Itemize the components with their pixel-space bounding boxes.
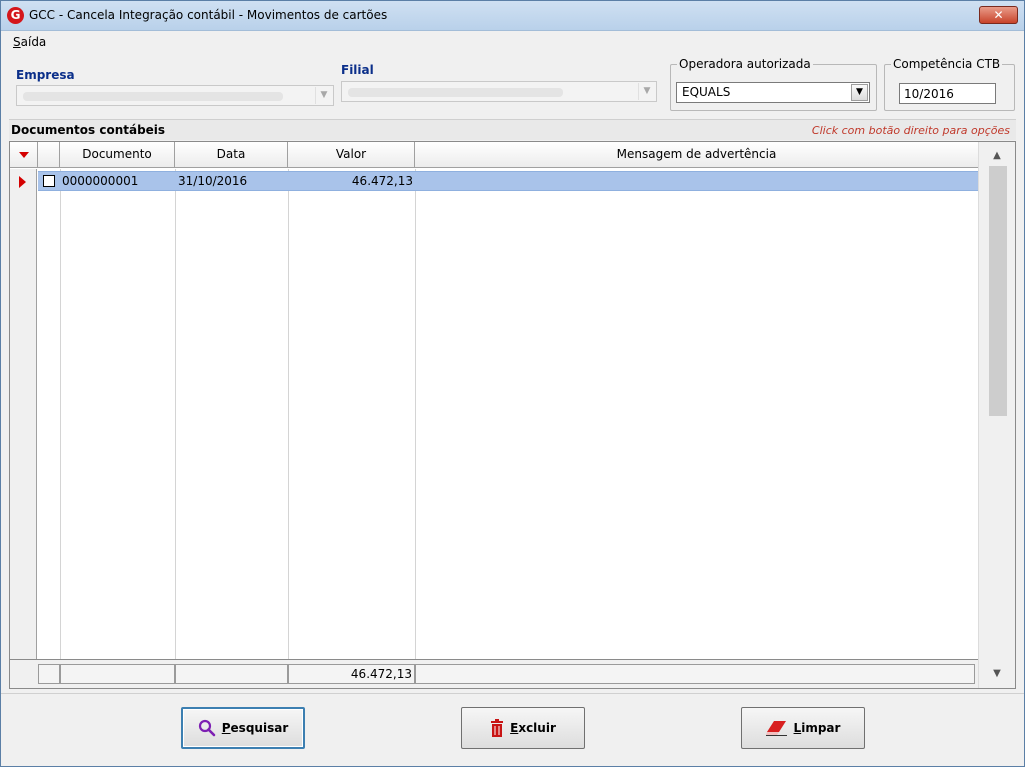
column-sort-indicator[interactable]: [10, 142, 38, 168]
search-icon: [198, 719, 216, 737]
scroll-down-icon[interactable]: ▼: [979, 664, 1015, 684]
sort-down-icon: [18, 151, 29, 158]
window-title: GCC - Cancela Integração contábil - Movi…: [29, 8, 388, 22]
cell-data: 31/10/2016: [178, 174, 248, 188]
competencia-field[interactable]: [899, 83, 996, 104]
limpar-button[interactable]: Limpar: [741, 707, 865, 749]
cell-documento: 0000000001: [62, 174, 139, 188]
chevron-down-icon: ▼: [638, 83, 655, 100]
column-valor[interactable]: Valor: [288, 142, 415, 168]
panel-title: Documentos contábeis: [11, 123, 166, 137]
vertical-scrollbar[interactable]: ▲ ▼: [978, 142, 1015, 688]
excluir-button[interactable]: Excluir: [461, 707, 585, 749]
empresa-select: ▼: [16, 85, 334, 106]
gcc-logo-icon: G: [7, 7, 24, 24]
operadora-select[interactable]: EQUALS ▼: [676, 82, 870, 103]
scroll-up-icon[interactable]: ▲: [979, 146, 1015, 166]
total-valor: 46.472,13: [288, 664, 415, 684]
current-row-icon: [19, 176, 26, 188]
chevron-down-icon[interactable]: ▼: [851, 84, 868, 101]
row-indicator-column: [10, 169, 37, 659]
cell-valor: 46.472,13: [351, 174, 413, 188]
column-mensagem[interactable]: Mensagem de advertência: [415, 142, 978, 168]
column-select[interactable]: [38, 142, 60, 168]
documentos-grid[interactable]: Documento Data Valor Mensagem de advertê…: [9, 141, 1016, 689]
row-checkbox[interactable]: [43, 175, 55, 187]
grid-footer-totals: 46.472,13: [10, 659, 978, 688]
eraser-icon: [765, 721, 787, 736]
grid-body: 0000000001 31/10/2016 46.472,13: [10, 169, 978, 659]
main-window: G GCC - Cancela Integração contábil - Mo…: [0, 0, 1025, 767]
documentos-panel-header: Documentos contábeis Click com botão dir…: [9, 119, 1016, 140]
menu-bar: Saída: [1, 32, 1024, 54]
title-bar[interactable]: G GCC - Cancela Integração contábil - Mo…: [1, 1, 1024, 31]
competencia-legend: Competência CTB: [893, 57, 1001, 71]
grid-header: Documento Data Valor Mensagem de advertê…: [10, 142, 978, 168]
operadora-legend: Operadora autorizada: [679, 57, 811, 71]
panel-hint: Click com botão direito para opções: [811, 124, 1010, 137]
filial-select: ▼: [341, 81, 657, 102]
competencia-input[interactable]: [900, 84, 995, 103]
pesquisar-button[interactable]: Pesquisar: [181, 707, 305, 749]
chevron-down-icon: ▼: [315, 87, 332, 104]
table-row[interactable]: 0000000001 31/10/2016 46.472,13: [38, 171, 978, 191]
operadora-value: EQUALS: [682, 85, 731, 99]
empresa-label: Empresa: [16, 68, 75, 82]
filial-label: Filial: [341, 63, 374, 77]
trash-icon: [491, 719, 504, 737]
close-button[interactable]: ✕: [979, 6, 1018, 24]
scroll-thumb[interactable]: [989, 166, 1007, 416]
divider: [1, 693, 1024, 694]
column-data[interactable]: Data: [175, 142, 288, 168]
menu-saida[interactable]: Saída: [13, 35, 46, 49]
column-documento[interactable]: Documento: [60, 142, 175, 168]
